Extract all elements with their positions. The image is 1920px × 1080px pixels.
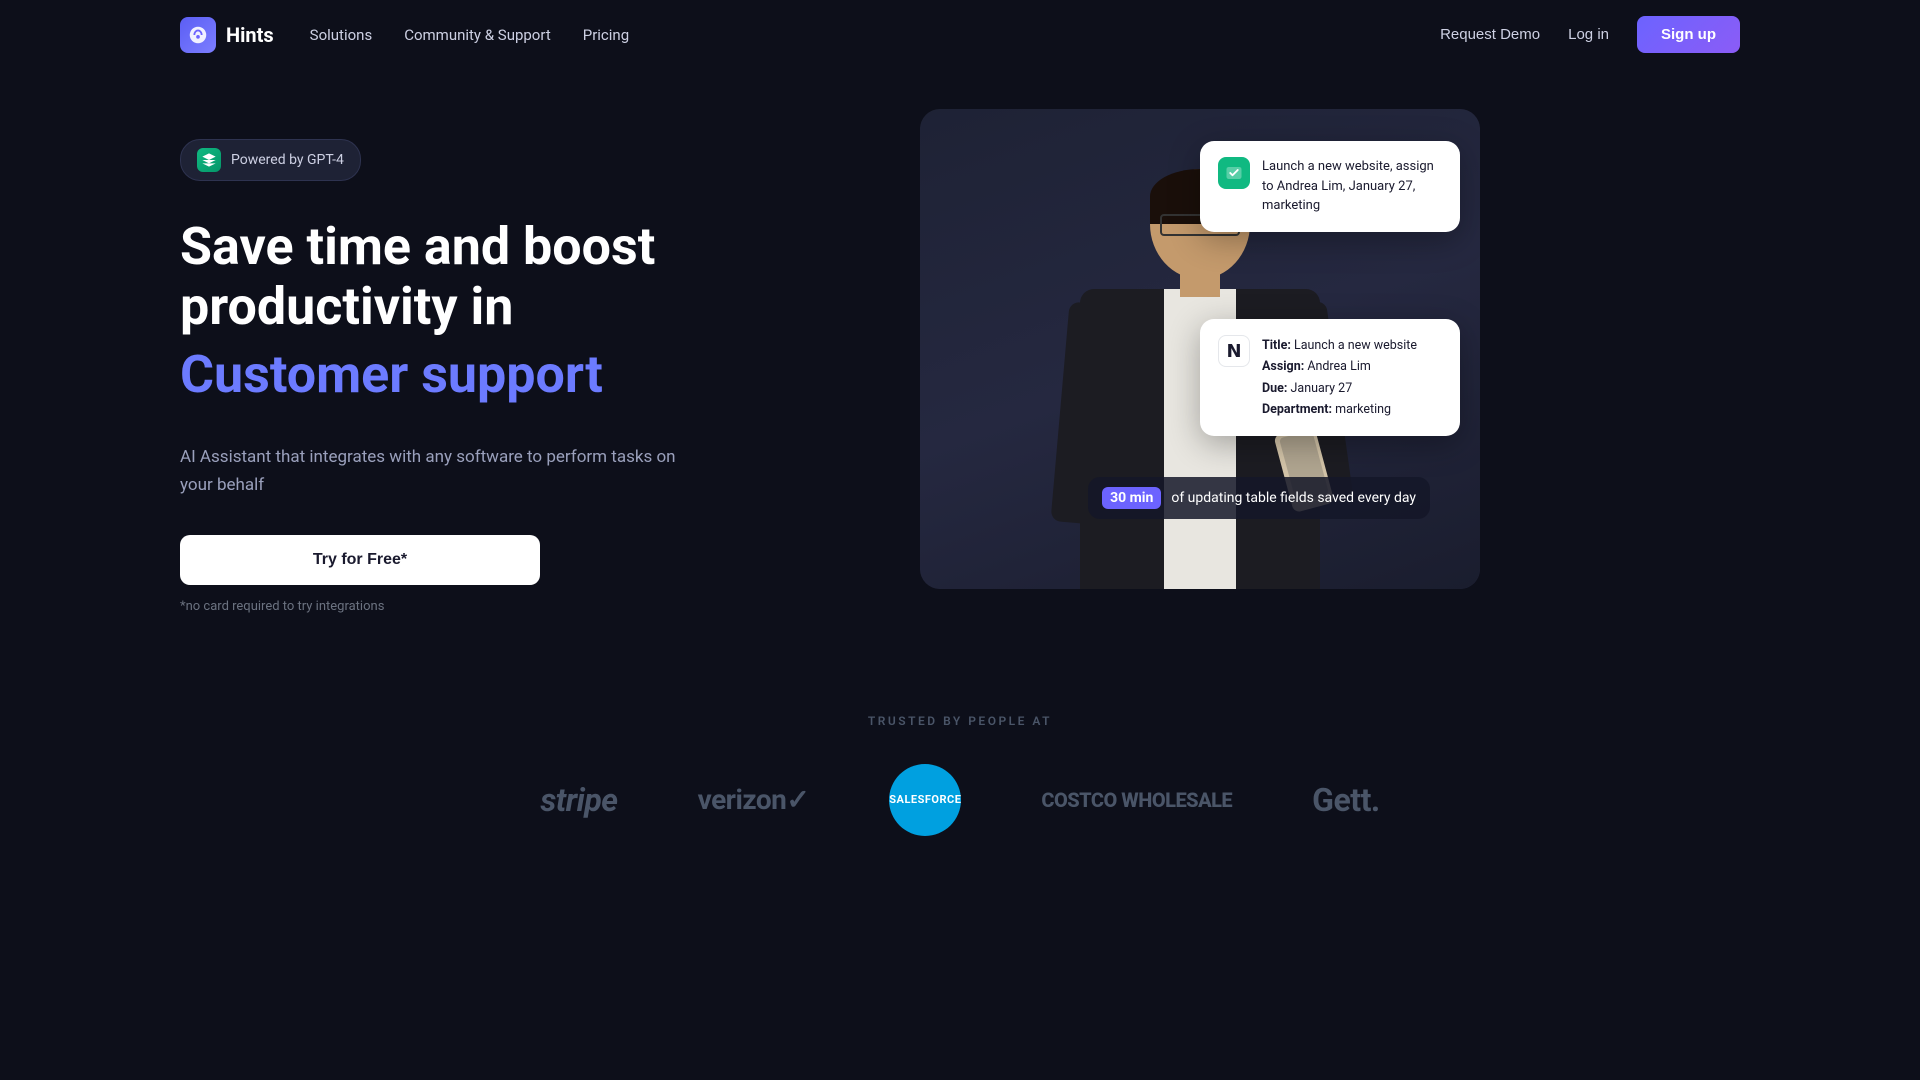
title-value: Launch a new website xyxy=(1294,338,1417,353)
hero-right: Launch a new website, assign to Andrea L… xyxy=(920,109,1480,589)
trusted-label: TRUSTED BY PEOPLE AT xyxy=(180,714,1740,728)
assign-value: Andrea Lim xyxy=(1307,359,1371,374)
task-card-1-text: Launch a new website, assign to Andrea L… xyxy=(1262,157,1442,216)
time-badge: 30 min of updating table fields saved ev… xyxy=(1088,477,1430,519)
due-label: Due: xyxy=(1262,381,1287,396)
logo-salesforce: salesforce xyxy=(889,764,961,836)
gpt-badge: Powered by GPT-4 xyxy=(180,139,361,181)
logo-costco: COSTCO WHOLESALE xyxy=(1041,788,1232,812)
logo-group[interactable]: Hints xyxy=(180,17,274,53)
gpt4-icon xyxy=(197,148,221,172)
logo-icon xyxy=(180,17,216,53)
logo-stripe: stripe xyxy=(540,781,617,819)
hero-description: AI Assistant that integrates with any so… xyxy=(180,444,700,498)
nav-left: Hints Solutions Community & Support Pric… xyxy=(180,17,629,53)
hero-left: Powered by GPT-4 Save time and boost pro… xyxy=(180,109,860,614)
nav-link-pricing[interactable]: Pricing xyxy=(583,26,629,44)
hero-section: Powered by GPT-4 Save time and boost pro… xyxy=(0,69,1920,674)
task-icon-1 xyxy=(1218,157,1250,189)
trusted-section: TRUSTED BY PEOPLE AT stripe verizon✓ sal… xyxy=(0,674,1920,896)
task-card-2-detail: Title: Launch a new website Assign: Andr… xyxy=(1262,335,1417,420)
nav-link-community[interactable]: Community & Support xyxy=(404,26,551,44)
task-card-1: Launch a new website, assign to Andrea L… xyxy=(1200,141,1460,232)
headline-line2: productivity in xyxy=(180,276,513,337)
assign-label: Assign: xyxy=(1262,359,1304,374)
gpt-badge-text: Powered by GPT-4 xyxy=(231,152,344,168)
logos-row: stripe verizon✓ salesforce COSTCO WHOLES… xyxy=(180,764,1740,836)
hero-image: Launch a new website, assign to Andrea L… xyxy=(920,109,1480,589)
try-free-button[interactable]: Try for Free* xyxy=(180,535,540,585)
dept-label: Department: xyxy=(1262,402,1332,417)
title-label: Title: xyxy=(1262,338,1291,353)
no-card-note: *no card required to try integrations xyxy=(180,599,860,614)
notion-icon: 𝗡 xyxy=(1218,335,1250,367)
request-demo-button[interactable]: Request Demo xyxy=(1440,26,1540,43)
login-button[interactable]: Log in xyxy=(1568,26,1609,43)
logo-verizon: verizon✓ xyxy=(698,783,810,816)
time-badge-text: of updating table fields saved every day xyxy=(1171,490,1416,506)
headline-accent: Customer support xyxy=(180,345,860,405)
logo-text: Hints xyxy=(226,23,274,47)
nav-link-solutions[interactable]: Solutions xyxy=(310,26,373,44)
task-card-2: 𝗡 Title: Launch a new website Assign: An… xyxy=(1200,319,1460,436)
due-value: January 27 xyxy=(1291,381,1353,396)
signup-button[interactable]: Sign up xyxy=(1637,16,1740,53)
time-highlight: 30 min xyxy=(1102,487,1161,509)
headline-line1: Save time and boost xyxy=(180,216,655,277)
logo-gett: Gett. xyxy=(1312,781,1380,819)
nav-right: Request Demo Log in Sign up xyxy=(1440,16,1740,53)
hero-headline: Save time and boost productivity in xyxy=(180,217,860,337)
navbar: Hints Solutions Community & Support Pric… xyxy=(0,0,1920,69)
nav-links: Solutions Community & Support Pricing xyxy=(310,26,629,44)
dept-value: marketing xyxy=(1335,402,1391,417)
